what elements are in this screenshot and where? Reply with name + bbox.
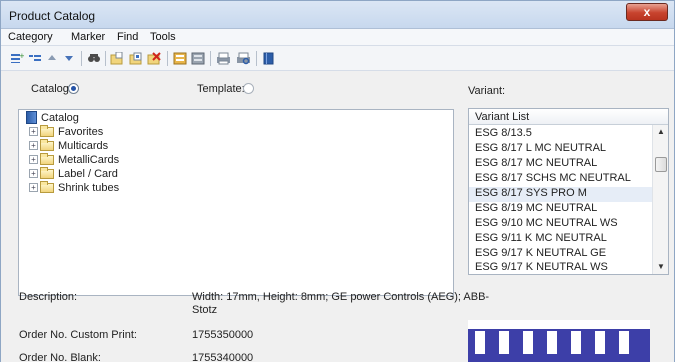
catalog-radio[interactable] [68, 83, 79, 94]
add-row-icon[interactable]: + [10, 51, 24, 65]
indent-icon[interactable] [28, 51, 42, 65]
move-up-icon[interactable] [47, 51, 57, 65]
tree-item-label-card[interactable]: + Label / Card [29, 166, 118, 180]
find-icon[interactable] [87, 51, 101, 65]
expand-icon[interactable]: + [29, 141, 38, 150]
variant-item[interactable]: ESG 8/17 L MC NEUTRAL [475, 142, 606, 157]
scroll-up-icon[interactable]: ▲ [657, 127, 665, 136]
variant-item[interactable]: ESG 8/19 MC NEUTRAL [475, 202, 597, 217]
toolbar-separator [256, 51, 257, 66]
marker-slot [571, 331, 581, 354]
order-custom-print-label: Order No. Custom Print: [19, 329, 137, 341]
product-preview-image [468, 320, 650, 362]
title-bar[interactable]: Product Catalog x [1, 1, 674, 29]
description-label: Description: [19, 291, 78, 303]
tree-item-label: Multicards [58, 139, 109, 152]
print-icon[interactable] [216, 51, 231, 65]
toolbar: + [1, 46, 674, 71]
description-value-line1: Width: 17mm, Height: 8mm; GE power Contr… [192, 291, 490, 303]
variant-item[interactable]: ESG 9/17 K NEUTRAL GE [475, 247, 606, 262]
menu-marker[interactable]: Marker [71, 31, 105, 43]
delete-document-icon[interactable] [147, 51, 161, 65]
menu-tools[interactable]: Tools [150, 31, 176, 43]
catalog-book-icon [26, 111, 37, 124]
toolbar-separator [105, 51, 106, 66]
variant-item[interactable]: ESG 8/17 MC NEUTRAL [475, 157, 597, 172]
variant-list[interactable]: ESG 8/13.5 ESG 8/17 L MC NEUTRAL ESG 8/1… [469, 125, 652, 274]
menu-find[interactable]: Find [117, 31, 138, 43]
variant-item[interactable]: ESG 8/17 SCHS MC NEUTRAL [475, 172, 631, 187]
menu-bar: Category Marker Find Tools [1, 29, 674, 46]
marker-slot [523, 331, 533, 354]
folder-icon [40, 124, 54, 137]
variant-item[interactable]: ESG 9/11 K MC NEUTRAL [475, 232, 607, 247]
order-custom-print-value: 1755350000 [192, 329, 254, 341]
variant-item-selected[interactable]: ESG 8/17 SYS PRO M [469, 187, 652, 202]
folder-icon [40, 138, 54, 151]
toolbar-separator [210, 51, 211, 66]
svg-text:+: + [19, 52, 24, 60]
menu-category[interactable]: Category [8, 31, 53, 43]
scroll-down-icon[interactable]: ▼ [657, 262, 665, 271]
variant-list-panel: Variant List ESG 8/13.5 ESG 8/17 L MC NE… [468, 108, 669, 275]
variant-label: Variant: [468, 85, 506, 97]
variant-list-scrollbar[interactable]: ▲ ▼ [652, 125, 668, 274]
catalog-tree[interactable]: Catalog + Favorites + Multicards + Metal… [18, 109, 454, 296]
order-blank-label: Order No. Blank: [19, 352, 101, 362]
expand-icon[interactable]: + [29, 155, 38, 164]
toolbar-separator [81, 51, 82, 66]
import-icon[interactable] [191, 51, 205, 65]
tree-item-multicards[interactable]: + Multicards [29, 138, 109, 152]
marker-slot [547, 331, 557, 354]
marker-slot [619, 331, 629, 354]
tree-item-shrink-tubes[interactable]: + Shrink tubes [29, 180, 120, 194]
print-preview-icon[interactable] [236, 51, 251, 65]
main-content: Catalog: Template: Variant: Catalog + Fa… [1, 71, 674, 362]
variant-item[interactable]: ESG 9/10 MC NEUTRAL WS [475, 217, 618, 232]
book-icon[interactable] [263, 51, 275, 65]
description-value-line2: Stotz [192, 304, 218, 316]
expand-icon[interactable]: + [29, 169, 38, 178]
marker-slot [499, 331, 509, 354]
export-icon[interactable] [173, 51, 187, 65]
tree-item-label: Catalog [41, 111, 79, 124]
close-button[interactable]: x [626, 3, 668, 21]
folder-icon [40, 180, 54, 193]
tree-root-catalog[interactable]: Catalog [26, 111, 79, 124]
variant-item[interactable]: ESG 8/13.5 [475, 127, 532, 142]
variant-list-header-label: Variant List [475, 111, 530, 123]
scrollbar-thumb[interactable] [655, 157, 667, 172]
tree-item-favorites[interactable]: + Favorites [29, 124, 104, 138]
marker-slot [475, 331, 485, 354]
expand-icon[interactable]: + [29, 183, 38, 192]
catalog-radio-label: Catalog: [31, 83, 72, 95]
expand-icon[interactable]: + [29, 127, 38, 136]
move-down-icon[interactable] [64, 51, 74, 65]
tree-item-metallicards[interactable]: + MetalliCards [29, 152, 120, 166]
product-catalog-window: Product Catalog x Category Marker Find T… [0, 0, 675, 362]
tree-item-label: Shrink tubes [58, 181, 120, 194]
variant-list-header[interactable]: Variant List [469, 109, 668, 125]
tree-item-label: MetalliCards [58, 153, 120, 166]
variant-item[interactable]: ESG 9/17 K NEUTRAL WS [475, 261, 608, 276]
tree-item-label: Favorites [58, 125, 104, 138]
toolbar-separator [167, 51, 168, 66]
template-radio[interactable] [243, 83, 254, 94]
copy-document-icon[interactable] [129, 51, 143, 65]
tree-item-label: Label / Card [58, 167, 118, 180]
folder-icon [40, 152, 54, 165]
folder-icon [40, 166, 54, 179]
order-blank-value: 1755340000 [192, 352, 254, 362]
template-radio-label: Template: [197, 83, 245, 95]
window-title: Product Catalog [9, 9, 96, 23]
new-document-icon[interactable] [110, 51, 124, 65]
marker-slot [595, 331, 605, 354]
